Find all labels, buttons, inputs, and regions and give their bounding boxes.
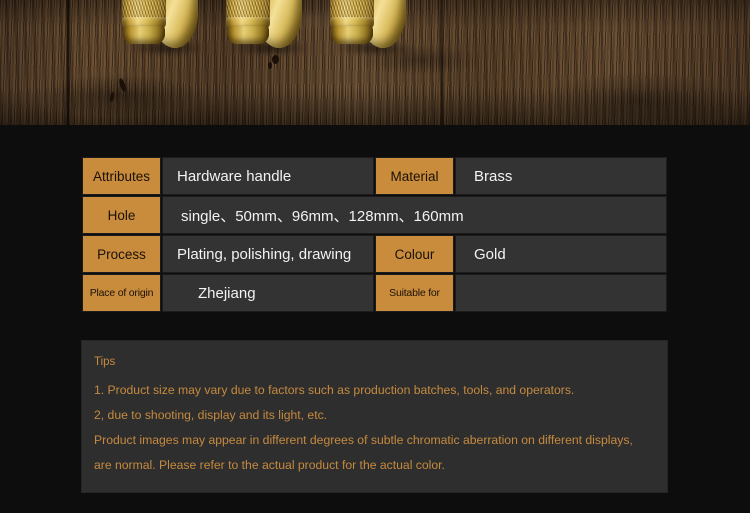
table-row: Hole single、50mm、96mm、128mm、160mm [82,196,667,234]
spec-value-suitable-for [455,274,667,312]
specification-table: Attributes Hardware handle Material Bras… [81,156,668,313]
tips-line: are normal. Please refer to the actual p… [94,458,445,472]
spec-label-material: Material [375,157,454,195]
knob-cap [123,26,165,44]
product-detail-content: Attributes Hardware handle Material Bras… [0,125,750,493]
table-row: Place of origin Zhejiang Suitable for [82,274,667,312]
spec-label-process: Process [82,235,161,273]
spec-label-colour: Colour [375,235,454,273]
spec-value-attributes: Hardware handle [162,157,374,195]
spec-value-process: Plating, polishing, drawing [162,235,374,273]
product-hero-image [0,0,750,125]
spec-value-material: Brass [455,157,667,195]
spec-value-colour: Gold [455,235,667,273]
table-row: Attributes Hardware handle Material Bras… [82,157,667,195]
knob-cap [227,26,269,44]
spec-value-place-of-origin: Zhejiang [162,274,374,312]
wood-knot [268,62,272,69]
table-row: Process Plating, polishing, drawing Colo… [82,235,667,273]
spec-label-suitable-for: Suitable for [375,274,454,312]
tips-line: 1. Product size may vary due to factors … [94,383,575,397]
tips-box: Tips 1. Product size may vary due to fac… [81,340,668,493]
wood-knot [272,55,279,64]
knob-cap [331,26,373,44]
spec-label-attributes: Attributes [82,157,161,195]
tips-title: Tips [94,356,116,368]
spec-value-hole: single、50mm、96mm、128mm、160mm [162,196,667,234]
spec-label-place-of-origin: Place of origin [82,274,161,312]
tips-line: Product images may appear in different d… [94,433,633,447]
spec-label-hole: Hole [82,196,161,234]
tips-line: 2, due to shooting, display and its ligh… [94,408,328,422]
